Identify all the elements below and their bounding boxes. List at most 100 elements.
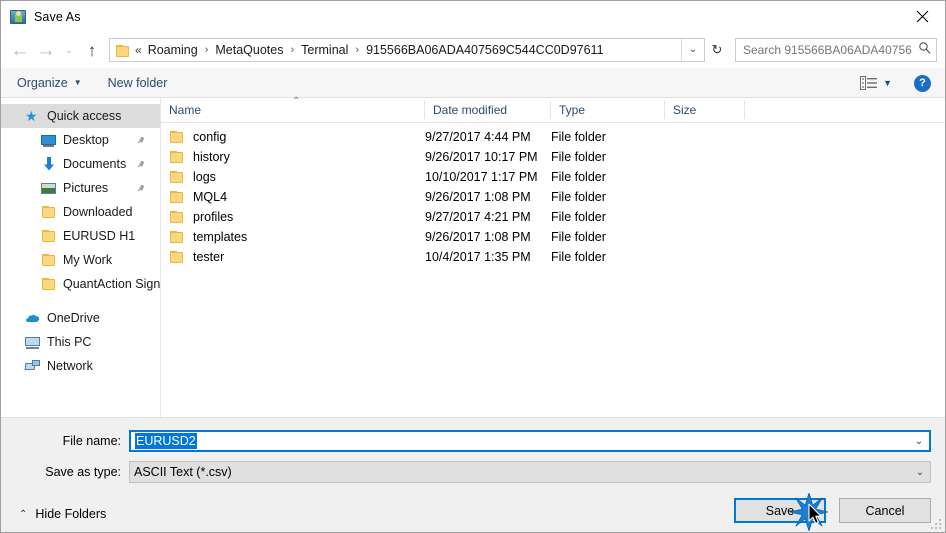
address-folder-icon bbox=[115, 43, 131, 57]
refresh-icon[interactable]: ↻ bbox=[705, 38, 729, 62]
sidebar-item-label: EURUSD H1 bbox=[63, 229, 136, 243]
file-type-cell: File folder bbox=[551, 230, 606, 244]
chevron-up-icon: ⌃ bbox=[19, 508, 28, 520]
command-toolbar: Organize ▼ New folder ▼ ? bbox=[1, 68, 945, 98]
dialog-footer: File name: EURUSD2 ⌄ Save as type: ASCII… bbox=[1, 417, 945, 532]
view-dropdown-icon[interactable]: ▼ bbox=[883, 78, 892, 88]
window-title: Save As bbox=[34, 9, 81, 24]
toolbar-right-group: ▼ ? bbox=[860, 68, 931, 98]
folder-icon bbox=[169, 209, 185, 225]
sidebar-item-network[interactable]: Network bbox=[1, 354, 160, 378]
breadcrumb-item-instance[interactable]: 915566BA06ADA407569C544CC0D97611 bbox=[364, 42, 605, 58]
recent-locations-button[interactable]: ⌄ bbox=[59, 37, 79, 63]
file-name-value[interactable]: EURUSD2 bbox=[131, 433, 909, 449]
star-icon: ★ bbox=[25, 108, 38, 124]
file-type-cell: File folder bbox=[551, 130, 606, 144]
table-row[interactable]: profiles 9/27/2017 4:21 PM File folder bbox=[161, 207, 945, 227]
back-arrow-icon: ← bbox=[10, 39, 30, 61]
breadcrumb-item-metaquotes[interactable]: MetaQuotes bbox=[213, 42, 285, 58]
column-header-date-modified[interactable]: Date modified bbox=[425, 101, 551, 119]
address-bar[interactable]: « Roaming › MetaQuotes › Terminal › 9155… bbox=[109, 38, 705, 62]
sidebar-item-this-pc[interactable]: This PC bbox=[1, 330, 160, 354]
hide-folders-label: Hide Folders bbox=[35, 507, 107, 521]
sidebar-item-downloaded[interactable]: Downloaded bbox=[1, 200, 160, 224]
breadcrumb-separator-icon: › bbox=[204, 44, 209, 56]
sidebar-item-label: Pictures bbox=[63, 181, 109, 195]
file-date-cell: 9/27/2017 4:21 PM bbox=[425, 210, 531, 224]
file-type-cell: File folder bbox=[551, 250, 606, 264]
file-date-cell: 9/26/2017 1:08 PM bbox=[425, 230, 531, 244]
search-box[interactable]: Search 915566BA06ADA40756... bbox=[735, 38, 937, 62]
save-as-type-label: Save as type: bbox=[45, 465, 121, 479]
address-dropdown-icon[interactable]: ⌄ bbox=[681, 39, 704, 61]
close-icon[interactable] bbox=[899, 1, 945, 32]
button-row: ⌃ Hide Folders Save Cancel bbox=[1, 492, 945, 532]
sidebar-item-quick-access[interactable]: ★ Quick access bbox=[1, 104, 160, 128]
table-row[interactable]: MQL4 9/26/2017 1:08 PM File folder bbox=[161, 187, 945, 207]
sidebar-item-onedrive[interactable]: OneDrive bbox=[1, 306, 160, 330]
forward-button[interactable]: → bbox=[33, 37, 59, 63]
folder-icon bbox=[41, 228, 57, 244]
column-header-type[interactable]: Type bbox=[551, 101, 665, 119]
file-type-cell: File folder bbox=[551, 150, 606, 164]
resize-grip[interactable] bbox=[929, 517, 941, 529]
save-as-type-select[interactable]: ASCII Text (*.csv) ⌄ bbox=[129, 461, 931, 483]
sidebar-item-desktop[interactable]: Desktop bbox=[1, 128, 160, 152]
search-input[interactable]: Search 915566BA06ADA40756... bbox=[736, 43, 912, 57]
sidebar-item-label: QuantAction Signal bbox=[63, 277, 161, 291]
file-name-label: MQL4 bbox=[193, 190, 228, 204]
sidebar-item-pictures[interactable]: Pictures bbox=[1, 176, 160, 200]
back-button[interactable]: ← bbox=[7, 37, 33, 63]
table-row[interactable]: logs 10/10/2017 1:17 PM File folder bbox=[161, 167, 945, 187]
help-icon[interactable]: ? bbox=[914, 74, 931, 92]
sidebar-item-label: This PC bbox=[47, 335, 92, 349]
file-rows: config 9/27/2017 4:44 PM File folder his… bbox=[161, 123, 945, 417]
cancel-button-wrap: Cancel bbox=[839, 498, 931, 523]
documents-icon bbox=[41, 156, 57, 172]
cancel-button[interactable]: Cancel bbox=[839, 498, 931, 523]
sidebar-item-my-work[interactable]: My Work bbox=[1, 248, 160, 272]
hide-folders-button[interactable]: ⌃ Hide Folders bbox=[19, 507, 106, 521]
navigation-pane: ★ Quick access Desktop Documents Picture… bbox=[1, 98, 161, 417]
chevron-down-icon[interactable]: ⌄ bbox=[909, 436, 929, 447]
table-row[interactable]: config 9/27/2017 4:44 PM File folder bbox=[161, 127, 945, 147]
folder-icon bbox=[169, 169, 185, 185]
file-date-cell: 10/4/2017 1:35 PM bbox=[425, 250, 531, 264]
file-name-cell: history bbox=[161, 149, 425, 165]
up-arrow-icon: ↑ bbox=[87, 40, 97, 60]
file-date-cell: 9/27/2017 4:44 PM bbox=[425, 130, 531, 144]
sidebar-item-eurusd-h1[interactable]: EURUSD H1 bbox=[1, 224, 160, 248]
organize-button[interactable]: Organize ▼ bbox=[17, 76, 82, 90]
file-type-cell: File folder bbox=[551, 170, 606, 184]
table-row[interactable]: tester 10/4/2017 1:35 PM File folder bbox=[161, 247, 945, 267]
table-row[interactable]: templates 9/26/2017 1:08 PM File folder bbox=[161, 227, 945, 247]
breadcrumb-overflow-icon[interactable]: « bbox=[135, 43, 142, 57]
desktop-icon bbox=[41, 132, 57, 148]
this-pc-icon bbox=[25, 334, 41, 350]
organize-label: Organize bbox=[17, 75, 68, 90]
chevron-down-icon[interactable]: ⌄ bbox=[910, 467, 930, 478]
dialog-body: ★ Quick access Desktop Documents Picture… bbox=[1, 96, 945, 417]
navigation-bar: ← → ⌄ ↑ « Roaming › MetaQuotes › Termina… bbox=[1, 32, 945, 68]
new-folder-button[interactable]: New folder bbox=[108, 76, 168, 90]
pin-icon[interactable] bbox=[136, 133, 148, 145]
file-name-label: tester bbox=[193, 250, 225, 264]
chevron-down-icon: ▼ bbox=[73, 78, 82, 87]
pin-icon[interactable] bbox=[136, 181, 148, 193]
breadcrumb-item-roaming[interactable]: Roaming bbox=[146, 42, 200, 58]
network-icon bbox=[24, 358, 41, 374]
sidebar-item-quantaction-signal[interactable]: QuantAction Signal bbox=[1, 272, 160, 296]
breadcrumb-item-terminal[interactable]: Terminal bbox=[299, 42, 350, 58]
file-name-cell: MQL4 bbox=[161, 189, 425, 205]
table-row[interactable]: history 9/26/2017 10:17 PM File folder bbox=[161, 147, 945, 167]
file-list-pane: Name Date modified Type Size ⌃ config 9/… bbox=[161, 96, 945, 417]
up-button[interactable]: ↑ bbox=[79, 37, 105, 63]
pin-icon[interactable] bbox=[136, 157, 148, 169]
pictures-icon bbox=[41, 180, 57, 196]
file-name-input[interactable]: EURUSD2 ⌄ bbox=[129, 430, 931, 452]
change-view-icon[interactable] bbox=[860, 76, 878, 90]
column-header-size[interactable]: Size bbox=[665, 101, 745, 119]
sidebar-item-documents[interactable]: Documents bbox=[1, 152, 160, 176]
file-name-cell: logs bbox=[161, 169, 425, 185]
save-button[interactable]: Save bbox=[734, 498, 826, 523]
